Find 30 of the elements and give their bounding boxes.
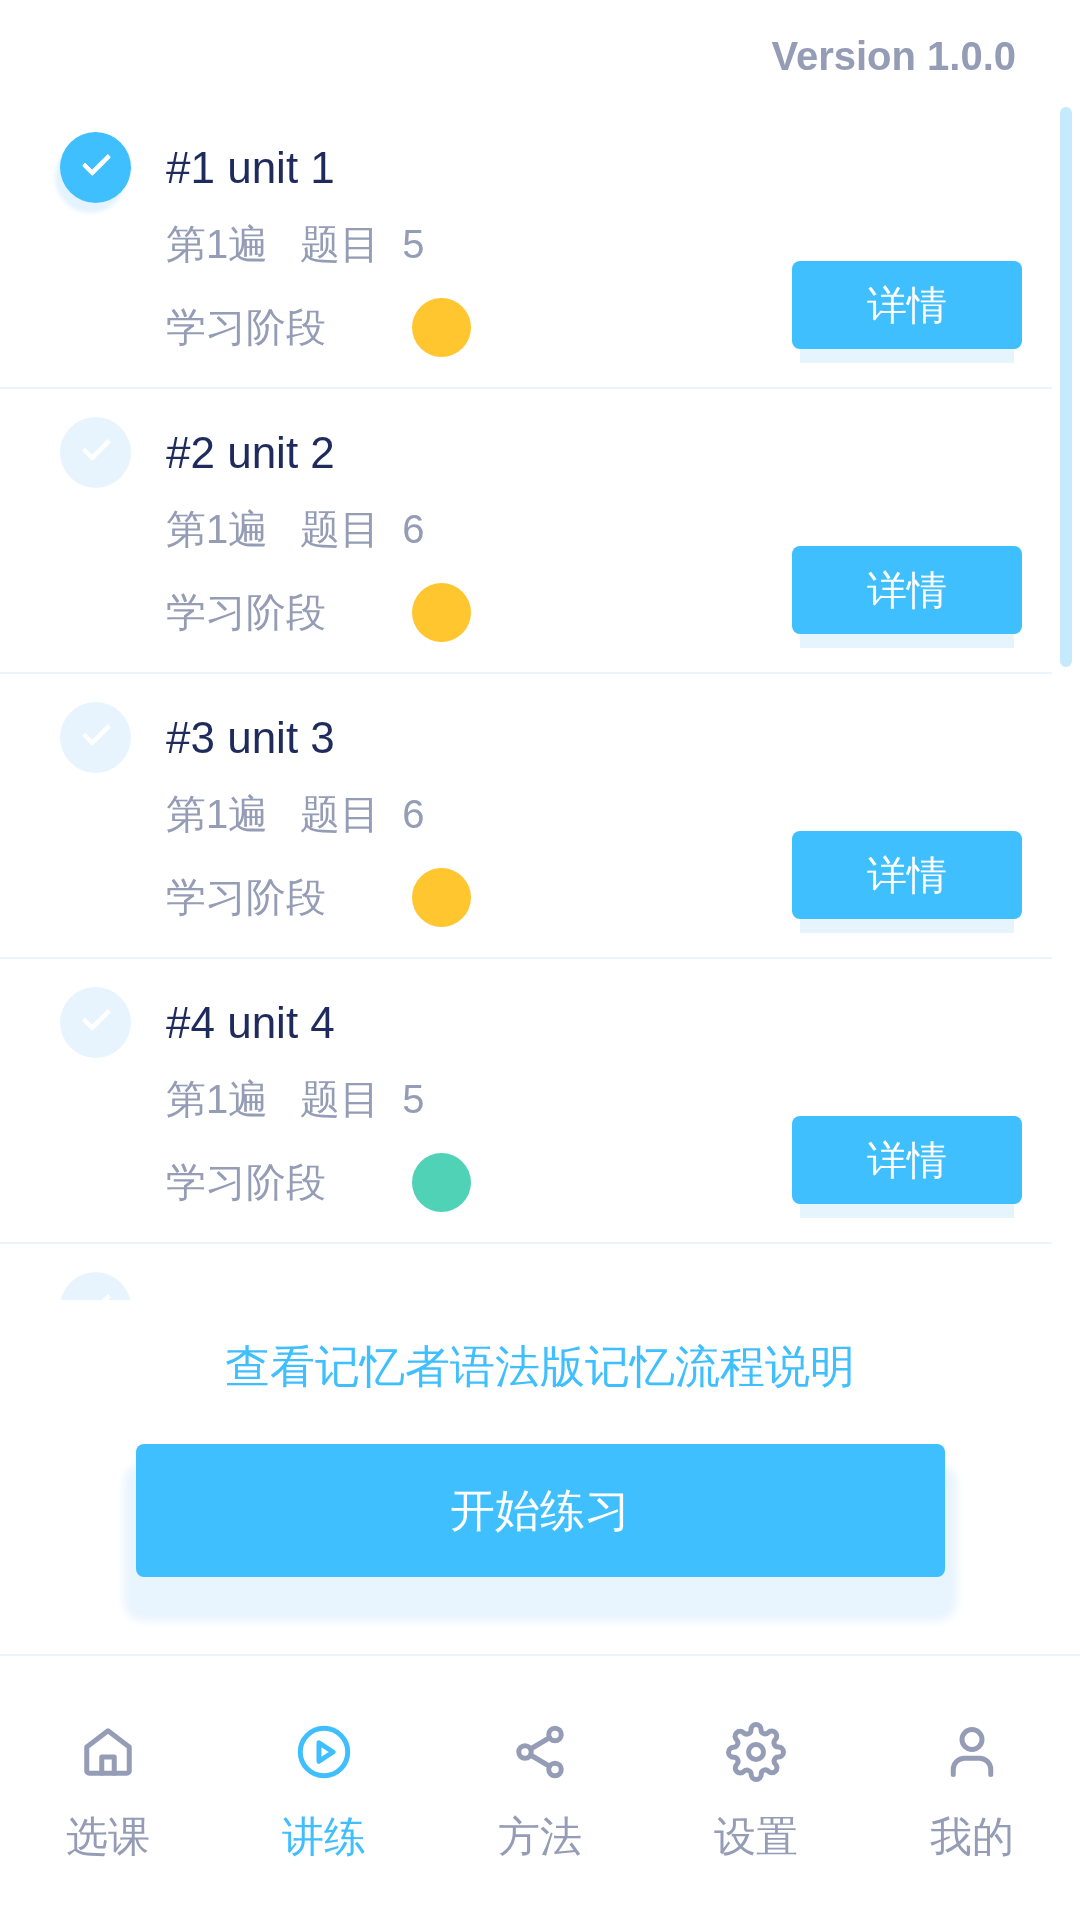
questions-label: 题目 — [300, 791, 381, 838]
tab[interactable]: 我的 — [864, 1656, 1080, 1920]
questions-count: 6 — [402, 506, 425, 553]
pass-label: 第1遍 — [166, 221, 269, 268]
tab[interactable]: 方法 — [432, 1656, 648, 1920]
unit-title: #4 unit 4 — [166, 997, 335, 1049]
version-label: Version 1.0.0 — [771, 33, 1016, 79]
unit-title: #2 unit 2 — [166, 427, 335, 479]
questions-count: 5 — [402, 221, 425, 268]
stage-label: 学习阶段 — [166, 589, 326, 636]
scrollbar[interactable] — [1060, 107, 1072, 667]
tab[interactable]: 选课 — [0, 1656, 216, 1920]
questions-label: 题目 — [300, 506, 381, 553]
unit-title: #1 unit 1 — [166, 142, 335, 194]
questions-label: 题目 — [300, 221, 381, 268]
pass-label: 第1遍 — [166, 791, 269, 838]
flow-guide-link[interactable]: 查看记忆者语法版记忆流程说明 — [225, 1339, 855, 1395]
questions-count: 6 — [402, 791, 425, 838]
questions-count: 5 — [402, 1076, 425, 1123]
pass-label: 第1遍 — [166, 506, 269, 553]
questions-label: 题目 — [300, 1076, 381, 1123]
pass-label: 第1遍 — [166, 1076, 269, 1123]
stage-label: 学习阶段 — [166, 304, 326, 351]
stage-label: 学习阶段 — [166, 1159, 326, 1206]
tab[interactable]: 讲练 — [216, 1656, 432, 1920]
unit-title: #3 unit 3 — [166, 712, 335, 764]
stage-label: 学习阶段 — [166, 874, 326, 921]
tab[interactable]: 设置 — [648, 1656, 864, 1920]
start-practice-button[interactable]: 开始练习 — [135, 1444, 945, 1577]
settings-icon — [726, 1722, 786, 1782]
